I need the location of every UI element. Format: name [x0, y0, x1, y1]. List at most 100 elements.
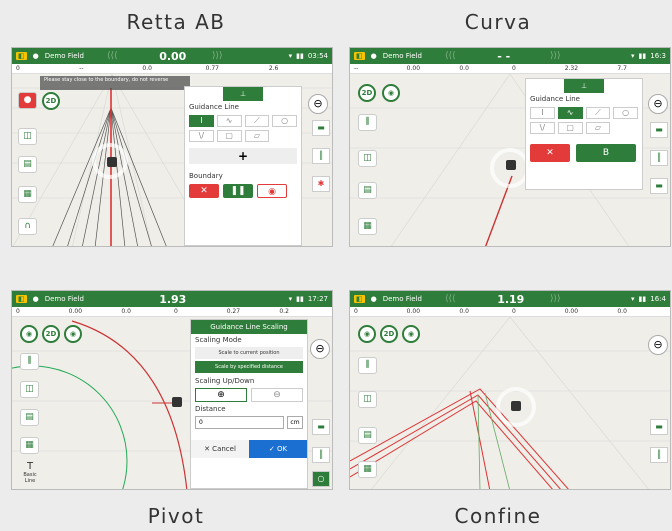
layers-button[interactable]: ◫: [358, 391, 377, 408]
scale-down-button[interactable]: ⊖: [251, 388, 303, 402]
line-type-adaptive[interactable]: \/: [189, 130, 214, 142]
map-button[interactable]: ▤: [358, 182, 377, 199]
line-type-angle[interactable]: ⟋: [585, 107, 611, 119]
line-type-curve[interactable]: ∿: [216, 115, 242, 127]
implement-button-2[interactable]: ▬: [650, 178, 668, 194]
info-value: 0: [174, 308, 178, 315]
camera-button[interactable]: ◉: [64, 325, 82, 343]
line-type-pivot[interactable]: ○: [613, 107, 638, 119]
cancel-button[interactable]: ✕ Cancel: [191, 440, 249, 458]
location-button[interactable]: ◉: [20, 325, 38, 343]
info-bar: 0 0.00 0.0 0 0.27 0.2: [12, 307, 332, 317]
line-type-straight[interactable]: I: [189, 115, 214, 127]
map-button[interactable]: ▤: [358, 427, 377, 444]
map-button[interactable]: ▤: [20, 409, 39, 426]
steering-wheel-button[interactable]: ⊖: [310, 339, 330, 359]
mode-2d-button[interactable]: 2D: [42, 92, 60, 110]
info-value: 2.6: [268, 65, 279, 72]
implement-button[interactable]: ▬: [312, 419, 330, 435]
stop-boundary-button[interactable]: ◉: [257, 184, 287, 198]
pause-boundary-button[interactable]: ❚❚: [223, 184, 253, 198]
info-value: 0: [16, 65, 20, 72]
field-name[interactable]: Demo Field: [45, 52, 84, 60]
info-value: 0.00: [406, 308, 421, 315]
basic-line-button[interactable]: T Basic Line: [18, 461, 42, 484]
scale-distance-button[interactable]: Scale by specified distance: [195, 361, 303, 373]
info-value: 7.7: [617, 65, 627, 72]
info-value: 0.00: [564, 308, 579, 315]
implement-button[interactable]: ▬: [650, 419, 668, 435]
caption-curva: Curva: [464, 10, 532, 34]
line-type-straight[interactable]: I: [530, 107, 555, 119]
info-value: 0.2: [279, 308, 289, 315]
speed-readout: 0.00: [159, 49, 187, 63]
info-value: 0: [512, 308, 516, 315]
wifi-icon: ▾: [631, 52, 635, 60]
map-button[interactable]: ▤: [18, 156, 37, 173]
steering-wheel-button[interactable]: ⊖: [308, 94, 328, 114]
headland-button[interactable]: ∩: [18, 218, 37, 235]
field-name[interactable]: Demo Field: [383, 295, 422, 303]
dialog-title: Guidance Line Scaling: [191, 320, 307, 334]
speed-readout: 1.93: [159, 292, 187, 306]
steering-wheel-button[interactable]: ⊖: [648, 335, 668, 355]
rows-button[interactable]: ║: [650, 150, 668, 166]
line-type-curve[interactable]: ∿: [557, 107, 583, 119]
implement-button[interactable]: ▬: [650, 122, 668, 138]
location-button[interactable]: ◉: [358, 325, 376, 343]
steering-wheel-button[interactable]: ⊖: [648, 94, 668, 114]
scale-current-button[interactable]: Scale to current position: [195, 347, 303, 359]
mode-2d-button[interactable]: 2D: [358, 84, 376, 102]
grid-button[interactable]: ▦: [358, 218, 377, 235]
wifi-icon: ▾: [288, 295, 293, 303]
line-type-multi[interactable]: ▱: [244, 130, 270, 142]
scale-up-button[interactable]: ⊕: [195, 388, 247, 402]
rows-button[interactable]: ║: [312, 447, 330, 463]
line-type-multi[interactable]: ▱: [585, 122, 611, 134]
record-button[interactable]: ●: [18, 92, 37, 109]
set-point-b-button[interactable]: B: [576, 144, 636, 162]
grid-button[interactable]: ▦: [18, 186, 37, 203]
brand-logo: ◧: [354, 52, 365, 60]
line-type-angle[interactable]: ⟋: [244, 115, 270, 127]
grid-button[interactable]: ▦: [358, 461, 377, 478]
grid-button[interactable]: ▦: [20, 437, 39, 454]
guidance-line-scaling-dialog: Guidance Line Scaling Scaling Mode Scale…: [190, 319, 308, 489]
rows-button[interactable]: ║: [312, 148, 330, 164]
info-value: 0.77: [205, 65, 219, 72]
location-pin-icon: ●: [370, 52, 377, 60]
line-type-headland[interactable]: ▢: [557, 122, 583, 134]
camera-button[interactable]: ◉: [402, 325, 420, 343]
rows-button[interactable]: ║: [650, 447, 668, 463]
circle-button[interactable]: ○: [312, 471, 330, 487]
rows-left-button[interactable]: ⫼: [20, 353, 39, 370]
add-line-button[interactable]: +: [189, 148, 297, 164]
clock-time: 16:3: [650, 52, 666, 60]
marker-button[interactable]: ✱: [312, 176, 330, 192]
layers-button[interactable]: ◫: [358, 150, 377, 167]
ok-button[interactable]: ✓ OK: [249, 440, 307, 458]
delete-line-button[interactable]: ✕: [530, 144, 570, 162]
rows-left-button[interactable]: ⫼: [358, 114, 377, 131]
mode-2d-button[interactable]: 2D: [380, 325, 398, 343]
info-bar: 0 -- 0.0 0.77 2.6: [12, 64, 332, 74]
field-name[interactable]: Demo Field: [383, 52, 422, 60]
field-name[interactable]: Demo Field: [45, 295, 84, 303]
layers-button[interactable]: ◫: [20, 381, 39, 398]
info-value: 0.00: [406, 65, 421, 72]
implement-button[interactable]: ▬: [312, 120, 330, 136]
info-value: 0: [354, 308, 358, 315]
camera-button[interactable]: ◉: [382, 84, 400, 102]
mode-2d-button[interactable]: 2D: [42, 325, 60, 343]
line-type-headland[interactable]: ▢: [216, 130, 242, 142]
delete-boundary-button[interactable]: ✕: [189, 184, 219, 198]
toast-message: Please stay close to the boundary, do no…: [40, 76, 190, 90]
rows-left-button[interactable]: ⫼: [358, 357, 377, 374]
line-type-adaptive[interactable]: \/: [530, 122, 555, 134]
signal-icon: ▮▮: [296, 52, 304, 60]
brand-logo: ◧: [354, 295, 365, 303]
distance-input[interactable]: 0: [195, 416, 284, 429]
layers-button[interactable]: ◫: [18, 128, 37, 145]
line-type-pivot[interactable]: ○: [272, 115, 297, 127]
wifi-icon: ▾: [631, 295, 635, 303]
